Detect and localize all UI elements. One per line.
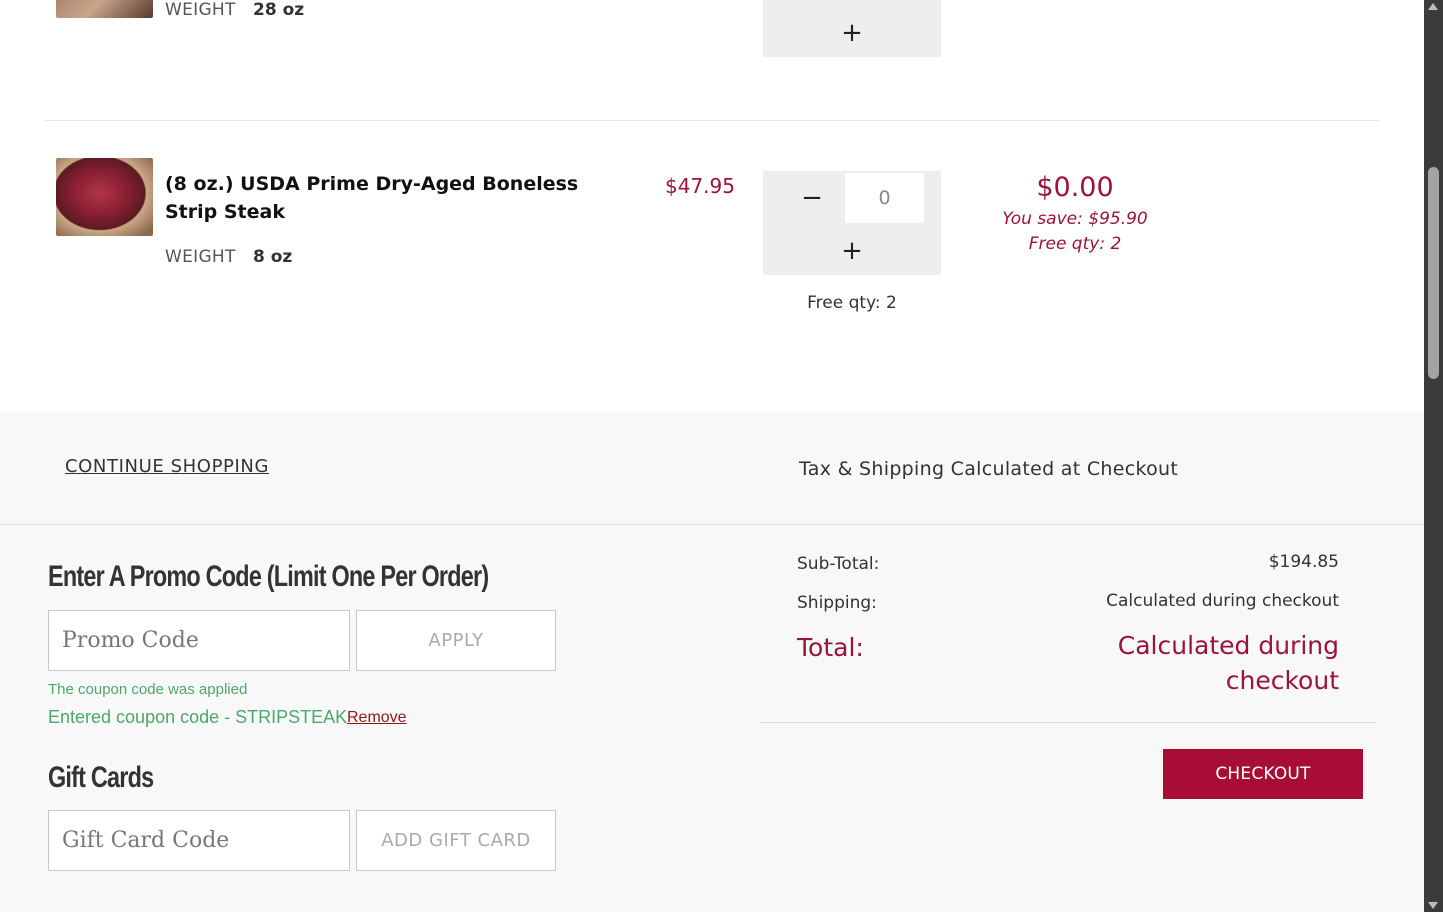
- subtotal-label: Sub-Total:: [797, 554, 880, 574]
- shipping-label: Shipping:: [797, 593, 877, 613]
- free-quantity-italic: Free qty: 2: [1028, 234, 1122, 254]
- product-thumbnail-previous[interactable]: [56, 0, 153, 18]
- free-quantity-note: Free qty: 2: [807, 293, 897, 313]
- cart-page: WEIGHT 28 oz + (8 oz.) USDA Prime Dry-Ag…: [0, 0, 1424, 912]
- summary-divider: [760, 722, 1377, 723]
- checkout-button[interactable]: CHECKOUT: [1163, 749, 1363, 799]
- weight-label: WEIGHT: [165, 247, 236, 267]
- apply-promo-button[interactable]: APPLY: [356, 610, 556, 671]
- remove-coupon-link[interactable]: Remove: [347, 709, 407, 727]
- page-scrollbar[interactable]: [1424, 0, 1443, 912]
- scroll-up-arrow-icon[interactable]: [1428, 3, 1438, 10]
- savings-text: You save: $95.90: [1002, 209, 1148, 229]
- product-name[interactable]: (8 oz.) USDA Prime Dry-Aged Boneless Str…: [165, 170, 635, 226]
- quantity-input[interactable]: [845, 173, 924, 223]
- increase-quantity-button-previous[interactable]: +: [832, 15, 872, 51]
- promo-code-field: [48, 610, 350, 671]
- scrollbar-thumb[interactable]: [1428, 167, 1439, 379]
- gift-card-input[interactable]: [49, 811, 349, 870]
- quantity-stepper: − +: [763, 171, 941, 275]
- total-label: Total:: [797, 633, 864, 662]
- scroll-down-arrow-icon[interactable]: [1428, 902, 1438, 909]
- total-value: Calculated during checkout: [1117, 631, 1339, 695]
- tax-shipping-note: Tax & Shipping Calculated at Checkout: [799, 458, 1179, 480]
- add-gift-card-button[interactable]: ADD GIFT CARD: [356, 810, 556, 871]
- promo-code-input[interactable]: [49, 611, 349, 670]
- unit-price: $47.95: [665, 174, 735, 198]
- decrease-quantity-button[interactable]: −: [792, 180, 832, 216]
- coupon-applied-message: The coupon code was applied: [48, 681, 248, 698]
- gift-card-field: [48, 810, 350, 871]
- gift-cards-heading: Gift Cards: [48, 761, 154, 794]
- increase-quantity-button[interactable]: +: [832, 233, 872, 269]
- subtotal-value: $194.85: [1268, 552, 1339, 572]
- footer-divider: [0, 524, 1424, 525]
- product-thumbnail[interactable]: [56, 158, 153, 236]
- shipping-value: Calculated during checkout: [1106, 591, 1339, 611]
- line-total: $0.00: [1036, 172, 1114, 203]
- entered-coupon-code: Entered coupon code - STRIPSTEAK: [48, 707, 348, 727]
- quantity-stepper-previous: +: [763, 0, 941, 57]
- weight-label: WEIGHT: [165, 0, 236, 20]
- item-divider: [44, 120, 1380, 121]
- continue-shopping-link[interactable]: CONTINUE SHOPPING: [65, 456, 269, 477]
- weight-value: 8 oz: [253, 247, 293, 267]
- weight-value: 28 oz: [253, 0, 305, 20]
- promo-code-heading: Enter A Promo Code (Limit One Per Order): [48, 560, 489, 593]
